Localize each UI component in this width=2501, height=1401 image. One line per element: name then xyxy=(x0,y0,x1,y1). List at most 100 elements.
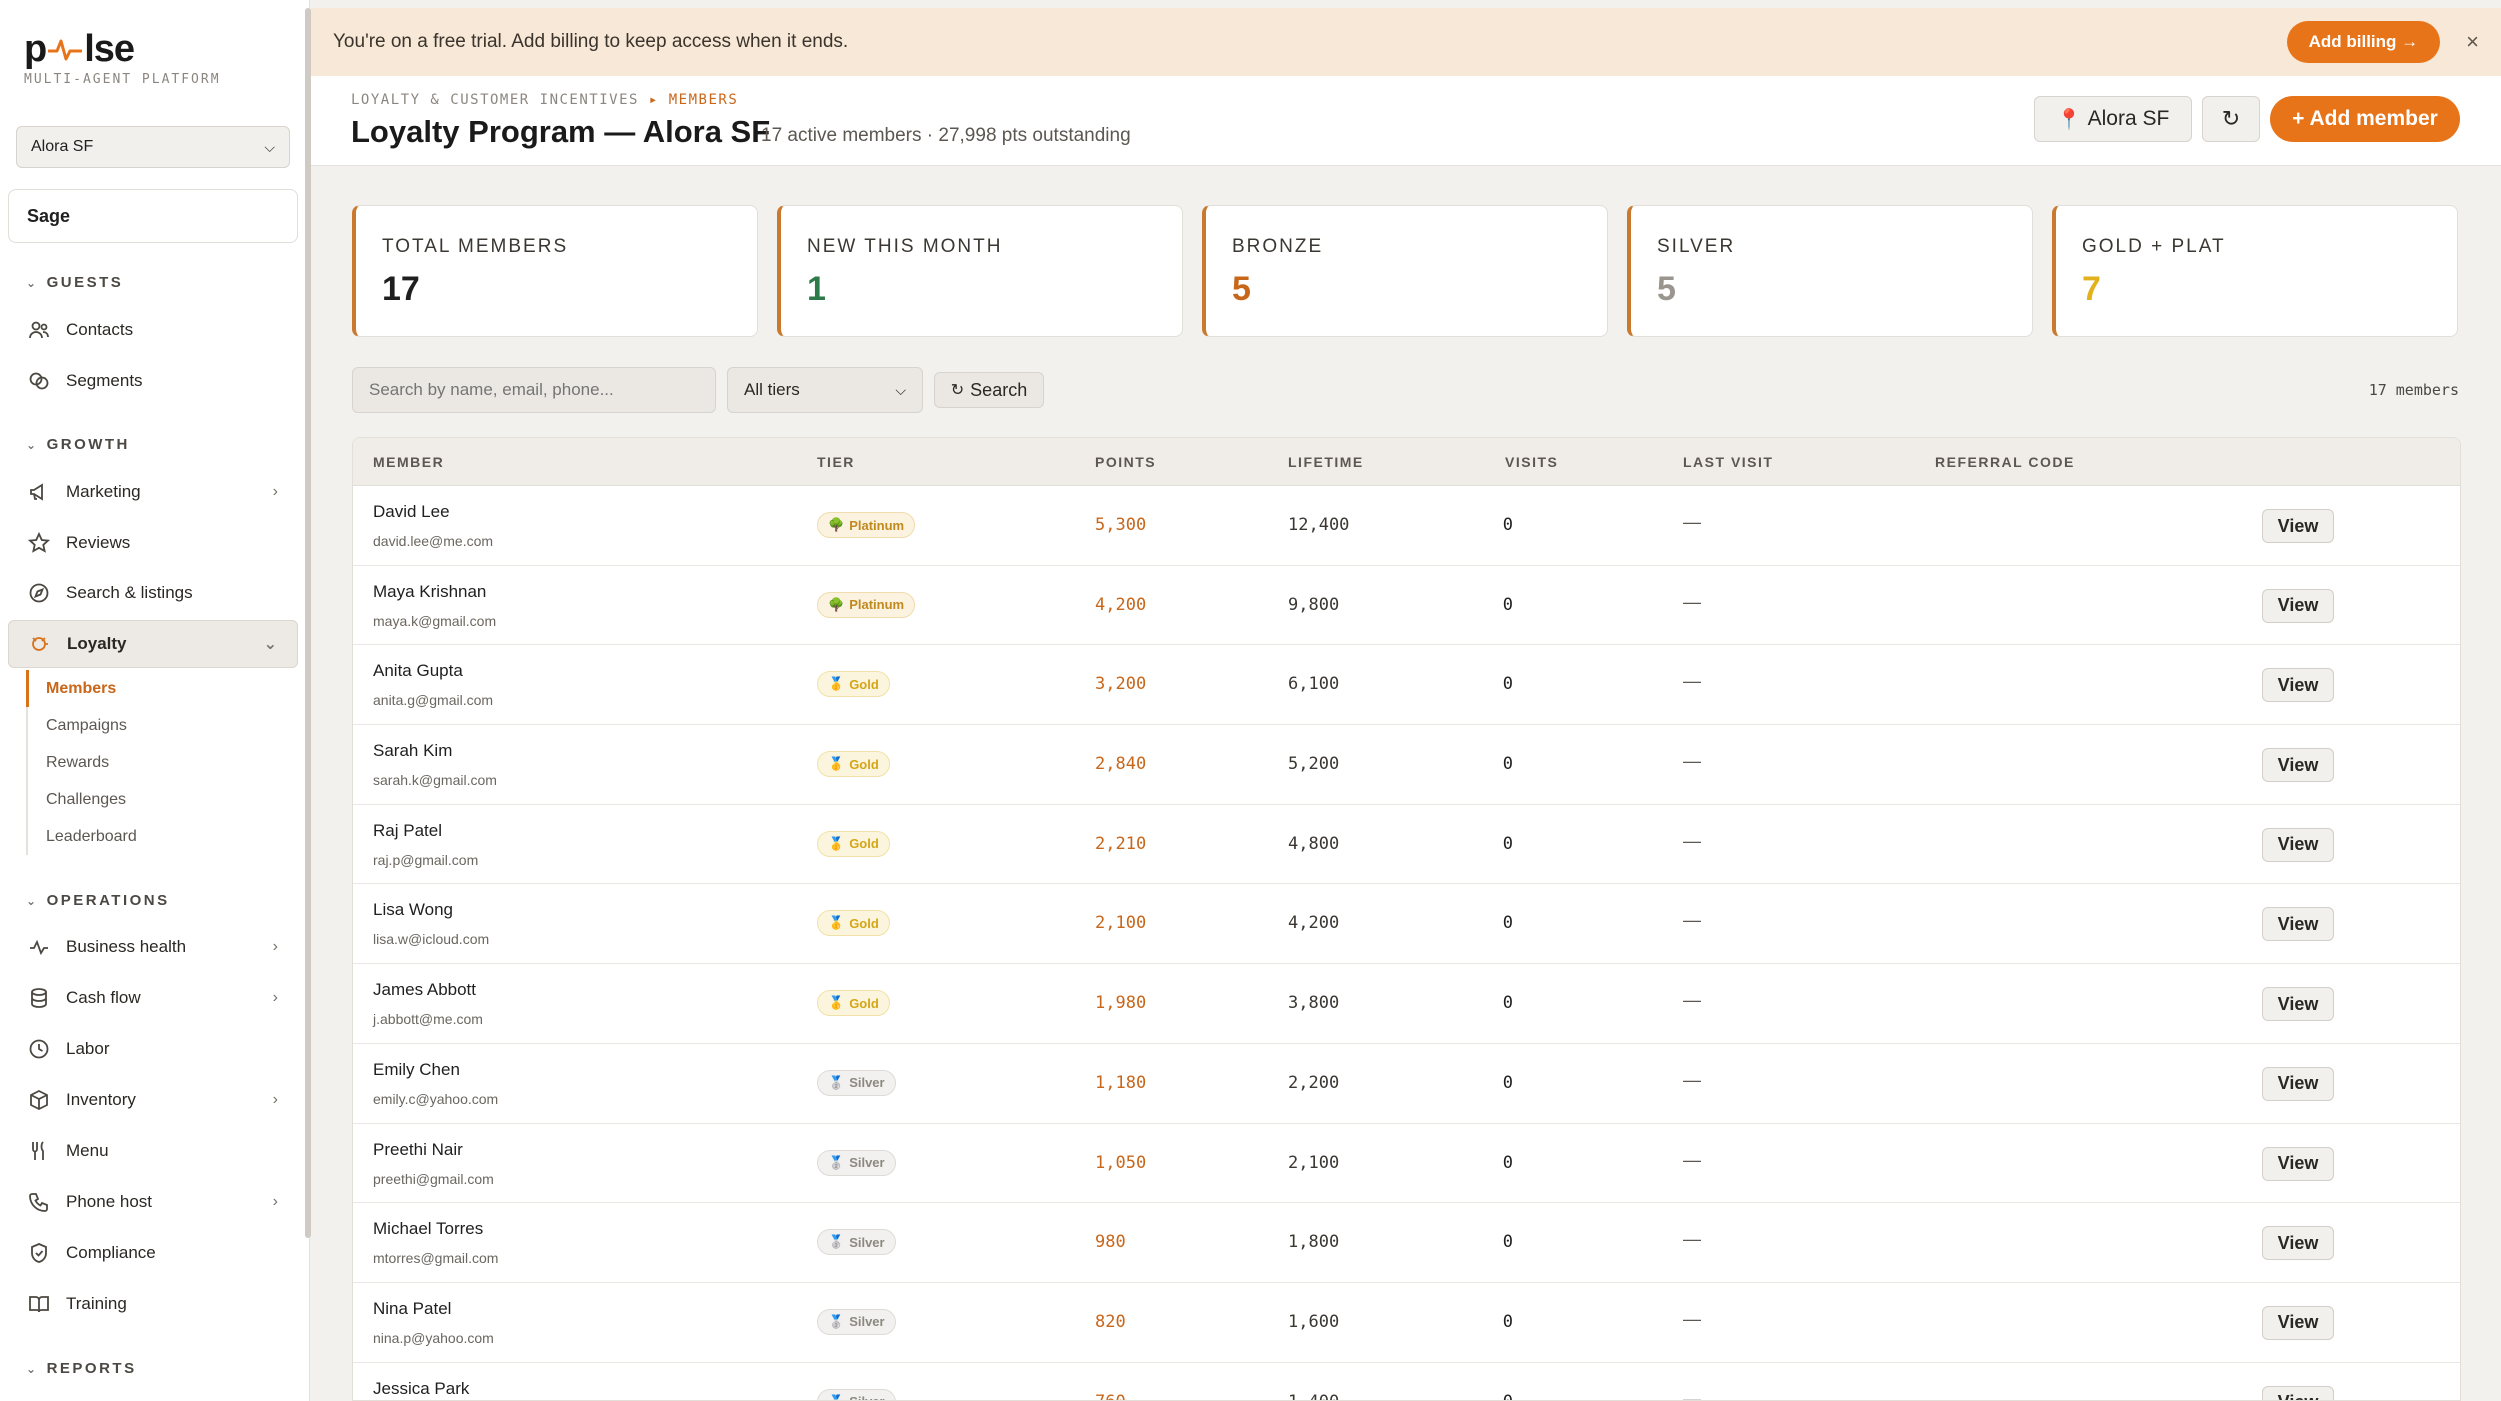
trial-banner: You're on a free trial. Add billing to k… xyxy=(311,8,2501,76)
column-header-tier[interactable]: TIER xyxy=(817,454,855,470)
sidebar-item-label: Menu xyxy=(66,1141,109,1160)
sidebar-item-search-listings[interactable]: Search & listings xyxy=(8,569,298,617)
subnav-members[interactable]: Members xyxy=(26,670,296,707)
sidebar-item-label: Search & listings xyxy=(66,583,193,602)
location-select[interactable]: Alora SF ⌵ xyxy=(16,126,290,168)
breadcrumb-parent[interactable]: LOYALTY & CUSTOMER INCENTIVES xyxy=(351,92,639,108)
sidebar-item-contacts[interactable]: Contacts xyxy=(8,306,298,354)
tier-filter-select[interactable]: All tiers ⌵ xyxy=(727,367,923,413)
refresh-button[interactable]: ↻ xyxy=(2202,96,2260,142)
assistant-label: Sage xyxy=(27,205,71,226)
member-name[interactable]: Raj Patel xyxy=(373,821,442,841)
member-email: preethi@gmail.com xyxy=(373,1170,494,1187)
search-button[interactable]: ↻ Search xyxy=(934,372,1044,408)
table-row[interactable]: Nina Patel nina.p@yahoo.com 🥈 Silver 820 1,60… xyxy=(353,1283,2460,1363)
member-lifetime: 6,100 xyxy=(1288,674,1340,695)
section-label: OPERATIONS xyxy=(46,892,170,909)
view-member-button[interactable]: View xyxy=(2262,987,2334,1022)
subnav-rewards[interactable]: Rewards xyxy=(28,744,296,781)
sidebar-item-compliance[interactable]: Compliance xyxy=(8,1229,298,1277)
sidebar-item-cash-flow[interactable]: Cash flow › xyxy=(8,974,298,1022)
member-name[interactable]: Michael Torres xyxy=(373,1219,483,1239)
member-name[interactable]: Sarah Kim xyxy=(373,741,452,761)
search-button-label: Search xyxy=(970,379,1028,400)
table-row[interactable]: Lisa Wong lisa.w@icloud.com 🥇 Gold 2,100 4,20… xyxy=(353,884,2460,965)
sidebar-item-labor[interactable]: Labor xyxy=(8,1025,298,1073)
stat-label: NEW THIS MONTH xyxy=(807,236,1003,257)
member-name[interactable]: James Abbott xyxy=(373,980,476,1000)
view-member-button[interactable]: View xyxy=(2262,509,2334,543)
subnav-challenges[interactable]: Challenges xyxy=(28,781,296,818)
view-member-button[interactable]: View xyxy=(2262,588,2334,623)
close-icon[interactable]: × xyxy=(2466,29,2479,55)
view-member-button[interactable]: View xyxy=(2262,668,2334,703)
column-header-lifetime[interactable]: LIFETIME xyxy=(1288,454,1364,470)
table-row[interactable]: Preethi Nair preethi@gmail.com 🥈 Silver 1,05… xyxy=(353,1124,2460,1204)
tier-badge: 🥇 Gold xyxy=(817,990,890,1017)
medal-icon: 🥇 xyxy=(828,756,845,772)
member-name[interactable]: Preethi Nair xyxy=(373,1140,463,1160)
table-row[interactable]: Michael Torres mtorres@gmail.com 🥈 Silver 98… xyxy=(353,1203,2460,1283)
member-name[interactable]: Anita Gupta xyxy=(373,661,463,681)
stat-label: GOLD + PLAT xyxy=(2082,236,2226,257)
add-member-button[interactable]: + Add member xyxy=(2270,96,2460,142)
column-header-visits[interactable]: VISITS xyxy=(1505,454,1558,470)
table-row[interactable]: Anita Gupta anita.g@gmail.com 🥇 Gold 3,200 6,… xyxy=(353,645,2460,726)
member-name[interactable]: Emily Chen xyxy=(373,1060,460,1080)
view-member-button[interactable]: View xyxy=(2262,1066,2334,1101)
table-row[interactable]: James Abbott j.abbott@me.com 🥇 Gold 1,980 3,8… xyxy=(353,964,2460,1044)
view-member-button[interactable]: View xyxy=(2262,1146,2334,1181)
member-name[interactable]: Maya Krishnan xyxy=(373,582,486,602)
refresh-icon: ↻ xyxy=(2221,106,2241,131)
section-operations[interactable]: ⌄ OPERATIONS xyxy=(26,892,170,909)
book-icon xyxy=(28,1293,50,1315)
view-member-button[interactable]: View xyxy=(2262,1385,2334,1400)
stat-new-this-month: NEW THIS MONTH 1 xyxy=(777,205,1183,337)
section-growth[interactable]: ⌄ GROWTH xyxy=(26,436,130,453)
member-search-input[interactable] xyxy=(352,367,716,413)
view-member-button[interactable]: View xyxy=(2262,1226,2334,1261)
sidebar-item-loyalty[interactable]: Loyalty ⌄ xyxy=(8,620,298,668)
sidebar-item-marketing[interactable]: Marketing › xyxy=(8,468,298,516)
table-row[interactable]: Jessica Park 🥈 Silver 760 1,400 0 — View xyxy=(353,1363,2460,1400)
member-last-visit: — xyxy=(1683,1229,1701,1250)
table-row[interactable]: Emily Chen emily.c@yahoo.com 🥈 Silver 1,180 2… xyxy=(353,1044,2460,1124)
section-reports[interactable]: ⌄ REPORTS xyxy=(26,1360,137,1377)
view-member-button[interactable]: View xyxy=(2262,1305,2334,1340)
stat-value: 17 xyxy=(382,270,420,308)
column-header-member[interactable]: MEMBER xyxy=(373,454,444,470)
column-header-last-visit[interactable]: LAST VISIT xyxy=(1683,454,1773,470)
member-name[interactable]: Lisa Wong xyxy=(373,900,453,920)
app-logo[interactable]: p lse xyxy=(24,28,135,71)
section-guests[interactable]: ⌄ GUESTS xyxy=(26,274,123,291)
sidebar-item-segments[interactable]: Segments xyxy=(8,357,298,405)
subnav-campaigns[interactable]: Campaigns xyxy=(28,707,296,744)
column-header-points[interactable]: POINTS xyxy=(1095,454,1156,470)
member-name[interactable]: David Lee xyxy=(373,502,450,522)
subnav-leaderboard[interactable]: Leaderboard xyxy=(28,818,296,855)
add-billing-button[interactable]: Add billing → xyxy=(2286,21,2441,63)
view-member-button[interactable]: View xyxy=(2262,907,2334,942)
assistant-sage[interactable]: Sage xyxy=(8,189,298,243)
member-name[interactable]: Jessica Park xyxy=(373,1379,469,1399)
sidebar-scrollbar[interactable] xyxy=(305,8,311,1238)
sidebar-item-business-health[interactable]: Business health › xyxy=(8,923,298,971)
table-row[interactable]: Maya Krishnan maya.k@gmail.com 🌳 Platinum 4,… xyxy=(353,566,2460,646)
sidebar-item-reviews[interactable]: Reviews xyxy=(8,519,298,567)
table-row[interactable]: Sarah Kim sarah.k@gmail.com 🥇 Gold 2,840 5,20… xyxy=(353,725,2460,805)
sidebar-item-menu[interactable]: Menu xyxy=(8,1127,298,1175)
table-row[interactable]: Raj Patel raj.p@gmail.com 🥇 Gold 2,210 4,800 0… xyxy=(353,805,2460,885)
column-header-referral-code[interactable]: REFERRAL CODE xyxy=(1935,454,2075,470)
sidebar-item-phone-host[interactable]: Phone host › xyxy=(8,1178,298,1226)
view-member-button[interactable]: View xyxy=(2262,827,2334,862)
member-last-visit: — xyxy=(1683,1149,1701,1170)
sidebar-item-inventory[interactable]: Inventory › xyxy=(8,1076,298,1124)
sidebar-item-training[interactable]: Training xyxy=(8,1280,298,1328)
location-button[interactable]: 📍 Alora SF xyxy=(2034,96,2192,142)
view-member-button[interactable]: View xyxy=(2262,748,2334,783)
star-icon xyxy=(28,532,50,554)
tier-badge: 🥇 Gold xyxy=(817,671,890,698)
medal-icon: 🥈 xyxy=(828,1074,845,1090)
table-row[interactable]: David Lee david.lee@me.com 🌳 Platinum 5,300 1… xyxy=(353,486,2460,566)
member-name[interactable]: Nina Patel xyxy=(373,1299,451,1319)
